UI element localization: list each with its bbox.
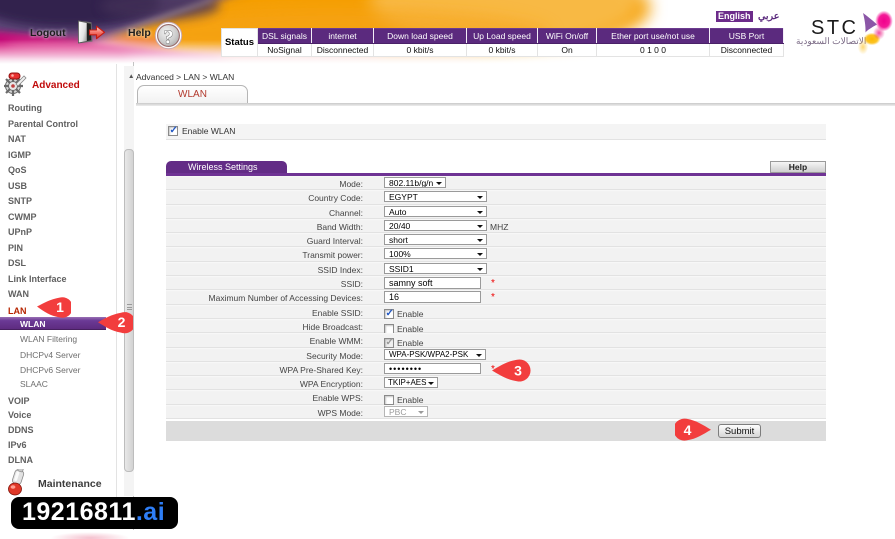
svg-text:1: 1 xyxy=(56,299,64,315)
svg-text:3: 3 xyxy=(514,363,522,379)
svg-text:4: 4 xyxy=(684,422,692,438)
svg-text:?: ? xyxy=(164,27,174,49)
svg-text:2: 2 xyxy=(118,314,126,330)
